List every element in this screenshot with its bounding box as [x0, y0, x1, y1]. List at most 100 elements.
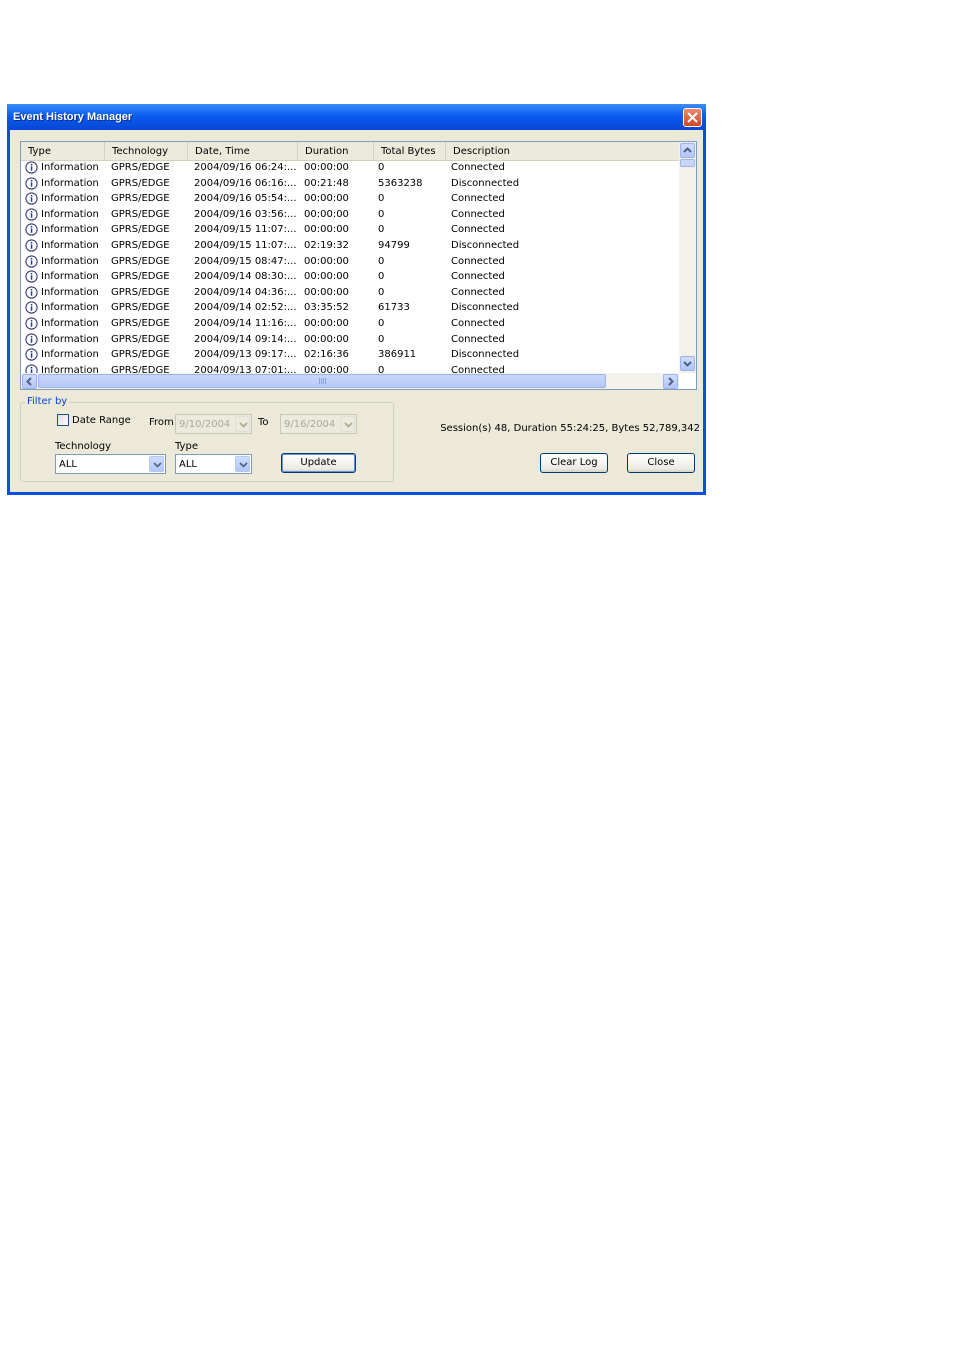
column-header-datetime[interactable]: Date, Time [188, 142, 298, 160]
information-icon [25, 254, 38, 268]
table-row[interactable]: Information GPRS/EDGE 2004/09/14 11:16:...… [21, 317, 679, 333]
to-date-picker[interactable]: 9/16/2004 [280, 414, 357, 434]
vertical-scrollbar[interactable] [679, 142, 696, 373]
cell-description: Connected [451, 224, 505, 236]
cell-description: Disconnected [451, 177, 520, 189]
type-dropdown-button[interactable] [235, 456, 250, 472]
cell-duration: 00:00:00 [304, 193, 349, 205]
cell-datetime: 2004/09/15 11:07:... [194, 240, 297, 251]
scroll-right-button[interactable] [663, 374, 678, 389]
information-icon [25, 348, 38, 361]
from-date-picker[interactable]: 9/10/2004 [175, 414, 252, 434]
column-header-technology[interactable]: Technology [105, 142, 188, 160]
cell-type: Information [41, 255, 99, 267]
vertical-scroll-thumb[interactable] [680, 159, 695, 167]
update-button[interactable]: Update [281, 453, 356, 473]
table-row[interactable]: Information GPRS/EDGE 2004/09/15 11:07:...… [21, 239, 679, 255]
cell-description: Disconnected [451, 349, 520, 361]
cell-duration: 03:35:52 [304, 302, 349, 314]
chevron-down-icon [683, 361, 692, 367]
cell-type: Information [41, 349, 99, 361]
table-row[interactable]: Information GPRS/EDGE 2004/09/15 11:07:...… [21, 223, 679, 239]
information-icon [25, 208, 38, 221]
cell-datetime: 2004/09/14 04:36:... [194, 286, 297, 298]
cell-datetime: 2004/09/14 09:14:... [194, 333, 297, 345]
cell-bytes: 0 [378, 255, 385, 267]
cell-duration: 02:16:36 [304, 349, 349, 361]
dialog-client-area: Type Technology Date, Time Duration Tota… [10, 130, 703, 492]
table-row[interactable]: Information GPRS/EDGE 2004/09/16 05:54:...… [21, 192, 679, 208]
chevron-down-icon [344, 422, 353, 428]
cell-type: Information [41, 208, 99, 220]
cell-type: Information [41, 162, 99, 173]
session-summary: Session(s) 48, Duration 55:24:25, Bytes … [440, 423, 700, 434]
cell-technology: GPRS/EDGE [111, 286, 170, 298]
event-list[interactable]: Type Technology Date, Time Duration Tota… [20, 141, 697, 390]
table-row[interactable]: Information GPRS/EDGE 2004/09/16 06:24:...… [21, 161, 679, 177]
type-value: ALL [179, 459, 197, 470]
table-row[interactable]: Information GPRS/EDGE 2004/09/14 09:14:...… [21, 332, 679, 349]
technology-select[interactable]: ALL [55, 454, 166, 474]
from-label: From [149, 417, 174, 428]
cell-duration: 00:00:00 [304, 162, 349, 173]
table-row[interactable]: Information GPRS/EDGE 2004/09/13 07:01:...… [21, 364, 679, 373]
date-range-checkbox[interactable] [57, 414, 69, 426]
cell-technology: GPRS/EDGE [111, 255, 170, 267]
scroll-up-button[interactable] [680, 143, 695, 158]
table-row[interactable]: Information GPRS/EDGE 2004/09/14 02:52:...… [21, 301, 679, 317]
table-row[interactable]: Information GPRS/EDGE 2004/09/14 08:30:...… [21, 270, 679, 286]
column-header-description[interactable]: Description [446, 142, 679, 160]
cell-type: Information [41, 240, 99, 251]
cell-datetime: 2004/09/15 08:47:... [194, 255, 297, 267]
cell-type: Information [41, 302, 99, 314]
table-row[interactable]: Information GPRS/EDGE 2004/09/16 03:56:...… [21, 208, 679, 224]
cell-description: Connected [451, 255, 505, 267]
column-header-total-bytes[interactable]: Total Bytes [374, 142, 446, 160]
cell-datetime: 2004/09/13 09:17:... [194, 349, 297, 361]
title-bar[interactable]: Event History Manager [7, 104, 706, 130]
date-range-label[interactable]: Date Range [72, 415, 131, 426]
scroll-left-button[interactable] [22, 374, 37, 389]
cell-duration: 00:00:00 [304, 318, 349, 329]
column-header-type[interactable]: Type [21, 142, 105, 160]
list-header: Type Technology Date, Time Duration Tota… [21, 142, 679, 161]
cell-bytes: 94799 [378, 240, 410, 251]
chevron-down-icon [239, 462, 248, 468]
table-row[interactable]: Information GPRS/EDGE 2004/09/15 08:47:...… [21, 254, 679, 271]
cell-bytes: 0 [378, 286, 385, 298]
information-icon [25, 161, 38, 174]
cell-technology: GPRS/EDGE [111, 162, 170, 173]
cell-duration: 00:00:00 [304, 224, 349, 236]
table-row[interactable]: Information GPRS/EDGE 2004/09/13 09:17:...… [21, 348, 679, 364]
close-button[interactable]: Close [627, 453, 695, 473]
cell-type: Information [41, 318, 99, 329]
information-icon [25, 364, 38, 373]
horizontal-scroll-thumb[interactable] [38, 374, 606, 388]
cell-bytes: 0 [378, 364, 385, 373]
chevron-down-icon [239, 422, 248, 428]
column-header-duration[interactable]: Duration [298, 142, 374, 160]
to-date-dropdown-button[interactable] [340, 416, 355, 432]
cell-technology: GPRS/EDGE [111, 208, 170, 220]
horizontal-scrollbar[interactable] [21, 373, 679, 389]
table-row[interactable]: Information GPRS/EDGE 2004/09/16 06:16:...… [21, 176, 679, 193]
information-icon [25, 317, 38, 330]
cell-type: Information [41, 364, 99, 373]
from-date-dropdown-button[interactable] [235, 416, 250, 432]
type-select[interactable]: ALL [175, 454, 252, 474]
cell-bytes: 5363238 [378, 177, 423, 189]
cell-description: Connected [451, 193, 505, 205]
cell-technology: GPRS/EDGE [111, 364, 170, 373]
technology-dropdown-button[interactable] [149, 456, 164, 472]
close-window-button[interactable] [683, 108, 702, 127]
information-icon [25, 223, 38, 237]
scroll-down-button[interactable] [680, 356, 695, 371]
cell-description: Connected [451, 318, 505, 329]
clear-log-button[interactable]: Clear Log [540, 453, 608, 473]
cell-duration: 02:19:32 [304, 240, 349, 251]
cell-description: Connected [451, 271, 505, 283]
cell-datetime: 2004/09/16 05:54:... [194, 193, 297, 205]
cell-type: Information [41, 286, 99, 298]
table-row[interactable]: Information GPRS/EDGE 2004/09/14 04:36:...… [21, 286, 679, 302]
cell-type: Information [41, 333, 99, 345]
